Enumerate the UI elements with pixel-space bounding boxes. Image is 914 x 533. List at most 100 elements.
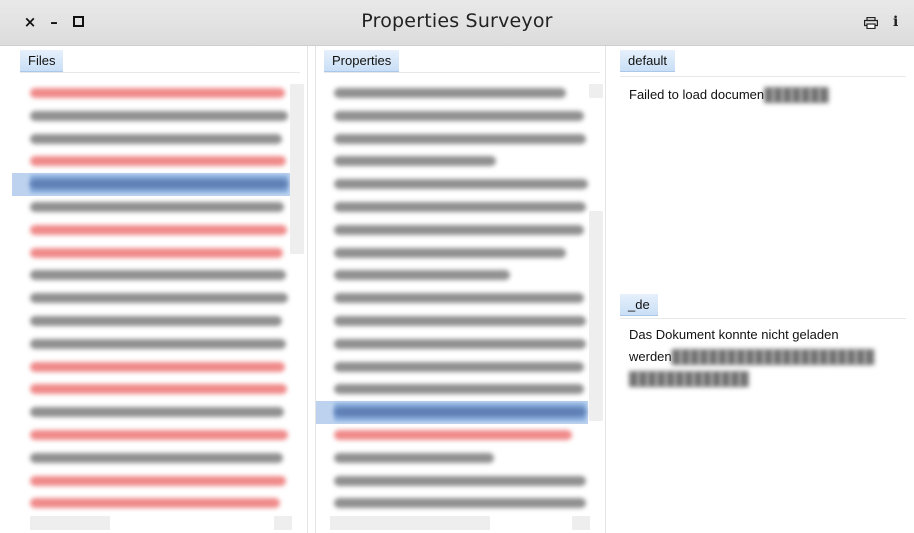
- properties-row[interactable]: [316, 219, 588, 242]
- properties-row-text: [334, 224, 584, 235]
- properties-row-text: [334, 452, 494, 463]
- files-row-text: [30, 224, 287, 235]
- files-row-text: [30, 133, 282, 144]
- default-message-text: Failed to load documen: [629, 87, 765, 102]
- properties-row[interactable]: [316, 196, 588, 219]
- properties-hscroll[interactable]: [330, 516, 490, 530]
- properties-row-text: [334, 88, 566, 98]
- properties-row-text: [334, 429, 572, 440]
- files-row[interactable]: [12, 492, 290, 515]
- properties-row-text: [334, 407, 586, 418]
- properties-row[interactable]: [316, 82, 588, 105]
- properties-row[interactable]: [316, 356, 588, 379]
- properties-scrollbar[interactable]: [589, 211, 603, 421]
- properties-scroll-top[interactable]: [589, 84, 603, 98]
- properties-row[interactable]: [316, 242, 588, 265]
- de-message-obscured: ██████████████████████: [671, 349, 875, 364]
- files-row[interactable]: [12, 150, 290, 173]
- files-row-text: [30, 429, 288, 440]
- files-row[interactable]: [12, 173, 290, 196]
- files-list[interactable]: [12, 82, 290, 515]
- files-row-text: [30, 270, 286, 281]
- properties-row-text: [334, 361, 584, 372]
- files-row-text: [30, 201, 284, 212]
- properties-row[interactable]: [316, 401, 588, 424]
- properties-row[interactable]: [316, 150, 588, 173]
- properties-row[interactable]: [316, 310, 588, 333]
- files-row-text: [30, 110, 288, 121]
- properties-row-text: [334, 179, 588, 190]
- files-row-text: [30, 247, 283, 258]
- properties-row-text: [334, 201, 586, 212]
- files-row-text: [30, 156, 286, 167]
- files-row[interactable]: [12, 333, 290, 356]
- properties-row[interactable]: [316, 173, 588, 196]
- properties-row[interactable]: [316, 264, 588, 287]
- properties-row-text: [334, 338, 586, 349]
- properties-row-text: [334, 247, 566, 258]
- default-message: Failed to load documen███████: [629, 84, 904, 106]
- properties-row-text: [334, 270, 510, 281]
- properties-row[interactable]: [316, 470, 588, 493]
- files-row-text: [30, 452, 283, 463]
- files-row[interactable]: [12, 356, 290, 379]
- files-row[interactable]: [12, 424, 290, 447]
- files-row[interactable]: [12, 378, 290, 401]
- files-row[interactable]: [12, 447, 290, 470]
- files-row[interactable]: [12, 219, 290, 242]
- window-title: Properties Surveyor: [361, 10, 553, 32]
- de-header-divider: [620, 318, 906, 319]
- properties-row-text: [334, 475, 586, 486]
- values-pane: default Failed to load documen███████ _d…: [612, 46, 914, 533]
- files-row-text: [30, 498, 280, 509]
- files-row[interactable]: [12, 264, 290, 287]
- properties-list[interactable]: [316, 82, 588, 515]
- de-message-line2: werden: [629, 349, 672, 364]
- default-locale-header[interactable]: default: [620, 50, 676, 72]
- properties-row[interactable]: [316, 492, 588, 515]
- properties-row-text: [334, 315, 586, 326]
- properties-row-text: [334, 384, 584, 395]
- properties-row[interactable]: [316, 333, 588, 356]
- files-row[interactable]: [12, 128, 290, 151]
- files-row-text: [30, 315, 282, 326]
- de-message: Das Dokument konnte nicht geladen werden…: [629, 324, 904, 390]
- properties-row[interactable]: [316, 424, 588, 447]
- properties-row[interactable]: [316, 378, 588, 401]
- default-message-obscured: ███████: [764, 87, 829, 102]
- files-row[interactable]: [12, 242, 290, 265]
- properties-row[interactable]: [316, 287, 588, 310]
- files-row[interactable]: [12, 105, 290, 128]
- files-row-text: [30, 361, 285, 372]
- properties-pane: Properties: [315, 46, 606, 533]
- files-scrollbar[interactable]: [290, 84, 304, 254]
- properties-row-text: [334, 110, 584, 121]
- title-bar: × – Properties Surveyor i: [0, 0, 914, 46]
- files-row[interactable]: [12, 470, 290, 493]
- files-row[interactable]: [12, 287, 290, 310]
- files-pane: Files: [12, 46, 308, 533]
- default-header-divider: [620, 76, 906, 77]
- files-row-text: [30, 384, 287, 395]
- print-icon[interactable]: [864, 17, 878, 29]
- files-hscroll[interactable]: [30, 516, 110, 530]
- files-row-text: [30, 407, 284, 418]
- de-locale-header[interactable]: _de: [620, 294, 658, 316]
- files-hscroll-end[interactable]: [274, 516, 292, 530]
- info-icon[interactable]: i: [893, 14, 898, 30]
- properties-row[interactable]: [316, 105, 588, 128]
- files-row[interactable]: [12, 82, 290, 105]
- properties-header[interactable]: Properties: [324, 50, 400, 72]
- files-row[interactable]: [12, 310, 290, 333]
- properties-row[interactable]: [316, 128, 588, 151]
- files-row-text: [30, 88, 285, 98]
- files-row[interactable]: [12, 196, 290, 219]
- properties-hscroll-end[interactable]: [572, 516, 590, 530]
- de-message-obscured-line3: █████████████: [629, 371, 749, 386]
- properties-row[interactable]: [316, 447, 588, 470]
- de-message-line1: Das Dokument konnte nicht geladen: [629, 327, 839, 342]
- files-header[interactable]: Files: [20, 50, 64, 72]
- files-row[interactable]: [12, 401, 290, 424]
- files-header-divider: [20, 72, 300, 73]
- files-row-text: [30, 179, 288, 190]
